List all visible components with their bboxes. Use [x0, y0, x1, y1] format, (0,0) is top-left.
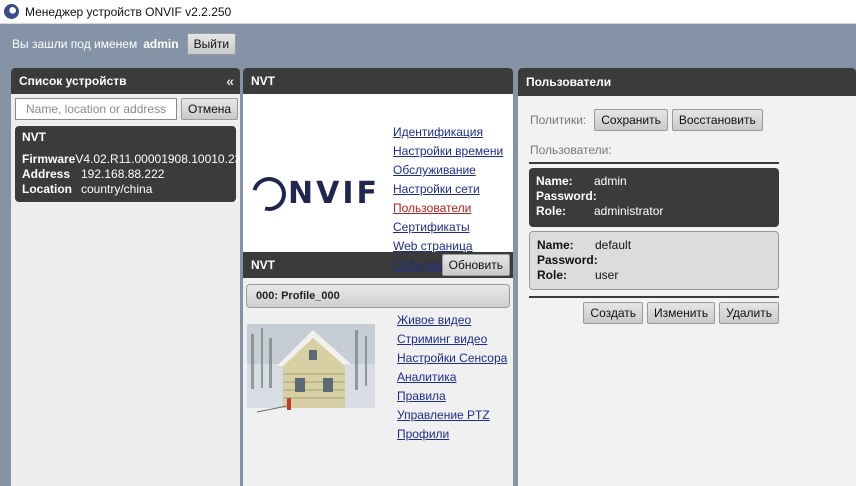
link-video-streaming[interactable]: Стриминг видео: [397, 331, 507, 347]
restore-button[interactable]: Восстановить: [671, 109, 763, 131]
link-certificates[interactable]: Сертификаты: [393, 219, 503, 235]
device-settings-links: Идентификация Настройки времени Обслужив…: [393, 124, 503, 273]
user-password-key: Password:: [536, 189, 597, 203]
policies-label: Политики:: [530, 113, 587, 127]
username-label: admin: [143, 37, 179, 51]
user-password-key: Password:: [537, 253, 598, 267]
camera-snapshot[interactable]: [247, 324, 375, 429]
device-list-panel: Список устройств « Отмена NVT Firmware V…: [11, 68, 240, 486]
user-actions: Создать Изменить Удалить: [518, 302, 779, 324]
user-name-row: Name: default: [537, 238, 771, 253]
onvif-logo: NVIF: [245, 170, 380, 217]
session-bar: Вы зашли под именем admin Выйти: [0, 24, 856, 64]
user-name-value: default: [595, 238, 632, 252]
user-role-key: Role:: [536, 204, 566, 218]
onvif-logo-text: NVIF: [288, 176, 380, 211]
user-card-admin[interactable]: Name: admin Password: Role: administrato…: [529, 168, 779, 227]
link-ptz-control[interactable]: Управление PTZ: [397, 407, 507, 423]
device-list-header: Список устройств «: [11, 68, 240, 94]
nvt-section-title: NVT: [251, 258, 275, 272]
device-location-row: Location country/china: [22, 182, 229, 197]
firmware-value: V4.02.R11.00001908.10010.23: [75, 152, 240, 166]
device-firmware-row: Firmware V4.02.R11.00001908.10010.23: [22, 152, 240, 167]
device-card-nvt[interactable]: NVT Firmware V4.02.R11.00001908.10010.23…: [15, 126, 240, 202]
location-value: country/china: [81, 182, 153, 196]
firmware-key: Firmware: [22, 152, 76, 166]
link-time-settings[interactable]: Настройки времени: [393, 143, 503, 159]
nvt-panel: NVT NVIF Идентификация Настройки времени…: [243, 68, 513, 486]
users-list-top-divider: [529, 162, 779, 164]
profile-links: Живое видео Стриминг видео Настройки Сен…: [397, 312, 507, 442]
user-role-key: Role:: [537, 268, 567, 282]
link-profiles[interactable]: Профили: [397, 426, 507, 442]
link-events[interactable]: События: [393, 257, 503, 273]
save-button[interactable]: Сохранить: [594, 109, 668, 131]
users-panel: Пользователи Политики: Сохранить Восстан…: [518, 68, 856, 486]
link-live-video[interactable]: Живое видео: [397, 312, 507, 328]
search-row: Отмена: [11, 94, 240, 124]
user-name-row: Name: admin: [536, 174, 772, 189]
device-address-row: Address 192.168.88.222: [22, 167, 229, 182]
window-titlebar: Менеджер устройств ONVIF v2.2.250: [0, 0, 856, 24]
user-role-value: user: [595, 268, 619, 282]
nvt-header: NVT: [243, 68, 513, 94]
onvif-logo-ring-icon: [245, 170, 293, 217]
device-name: NVT: [22, 130, 46, 144]
nvt-title: NVT: [251, 74, 275, 88]
user-name-key: Name:: [536, 174, 573, 188]
main-area: Список устройств « Отмена NVT Firmware V…: [0, 64, 856, 486]
create-user-button[interactable]: Создать: [583, 302, 644, 324]
logged-in-label: Вы зашли под именем: [12, 37, 138, 51]
users-list-bottom-divider: [529, 296, 779, 298]
edit-user-button[interactable]: Изменить: [647, 302, 716, 324]
device-search-input[interactable]: [15, 98, 177, 120]
nvt-device-section: NVIF Идентификация Настройки времени Обс…: [243, 94, 513, 272]
address-key: Address: [22, 167, 71, 181]
user-role-row: Role: administrator: [536, 204, 772, 219]
user-password-row: Password:: [536, 189, 772, 204]
app-logo-icon: [4, 4, 19, 19]
delete-user-button[interactable]: Удалить: [719, 302, 779, 324]
logout-button[interactable]: Выйти: [186, 33, 237, 55]
link-maintenance[interactable]: Обслуживание: [393, 162, 503, 178]
user-role-value: administrator: [594, 204, 664, 218]
users-header: Пользователи: [518, 68, 856, 96]
users-list-label: Пользователи:: [530, 143, 612, 157]
snapshot-image: [247, 324, 375, 429]
user-card-default[interactable]: Name: default Password: Role: user: [529, 231, 779, 290]
user-name-value: admin: [594, 174, 627, 188]
link-analytics[interactable]: Аналитика: [397, 369, 507, 385]
user-name-key: Name:: [537, 238, 574, 252]
user-role-row: Role: user: [537, 268, 771, 283]
link-rules[interactable]: Правила: [397, 388, 507, 404]
link-identification[interactable]: Идентификация: [393, 124, 503, 140]
address-value: 192.168.88.222: [81, 167, 165, 181]
collapse-icon[interactable]: «: [226, 73, 234, 89]
policies-row: Политики: Сохранить Восстановить: [530, 109, 856, 131]
user-password-row: Password:: [537, 253, 771, 268]
device-list-title: Список устройств: [19, 74, 127, 88]
link-web-page[interactable]: Web страница: [393, 238, 503, 254]
cancel-search-button[interactable]: Отмена: [181, 98, 239, 120]
link-users[interactable]: Пользователи: [393, 200, 503, 216]
link-network-settings[interactable]: Настройки сети: [393, 181, 503, 197]
profile-selector[interactable]: 000: Profile_000: [246, 284, 510, 308]
location-key: Location: [22, 182, 72, 196]
users-title: Пользователи: [526, 75, 612, 89]
window-title: Менеджер устройств ONVIF v2.2.250: [25, 4, 232, 19]
link-sensor-settings[interactable]: Настройки Сенсора: [397, 350, 507, 366]
